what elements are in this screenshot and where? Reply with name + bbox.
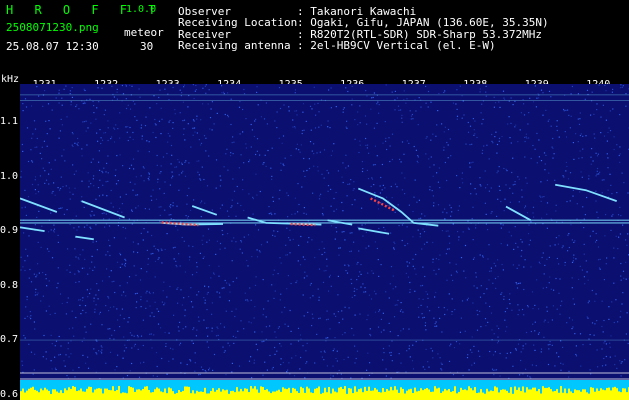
datetime: 25.08.07 12:30 — [6, 40, 99, 53]
spectrogram-plot — [20, 84, 629, 400]
meteor-trace — [81, 200, 125, 219]
meteor-trace — [20, 226, 45, 232]
y-tick-label: 0.8 — [0, 279, 19, 291]
antenna-value: : 2el-HB9CV Vertical (el. E-W) — [297, 39, 496, 52]
antenna-label: Receiving antenna — [178, 39, 291, 52]
meteor-trace — [555, 183, 618, 202]
meteor-count: 30 — [140, 40, 154, 53]
mode-label: meteor — [124, 26, 164, 39]
y-axis-label: kHz — [1, 74, 20, 85]
app-version: 1.0.0 — [126, 4, 157, 15]
y-tick-label: 0.6 — [0, 388, 19, 400]
meteor-trace — [20, 197, 58, 213]
filename: 2508071230.png — [6, 21, 99, 34]
meteor-trace — [191, 205, 218, 216]
meteor-trace — [358, 227, 390, 235]
spectrogram-svg — [20, 84, 629, 400]
y-tick-label: 1.0 — [0, 170, 19, 182]
meteor-trace — [247, 216, 322, 226]
meteor-trace — [505, 205, 532, 221]
y-tick-label: 0.9 — [0, 225, 19, 237]
y-tick-label: 1.1 — [0, 116, 19, 128]
meteor-trace — [75, 235, 94, 241]
y-tick-label: 0.7 — [0, 334, 19, 346]
noise-layer — [20, 84, 629, 380]
